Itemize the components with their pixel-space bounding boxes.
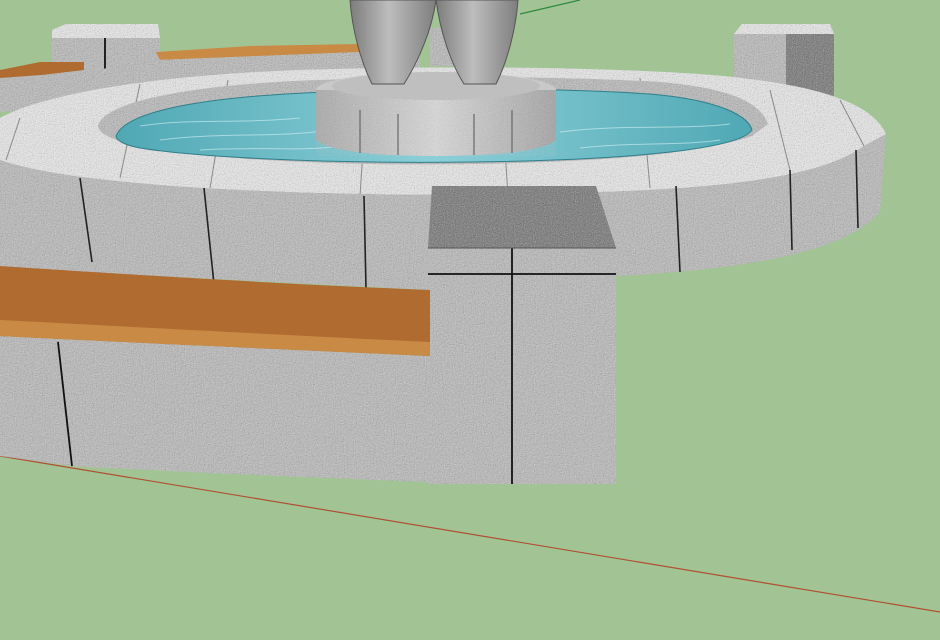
model-viewport[interactable] <box>0 0 940 640</box>
seating-wall-front <box>0 336 430 482</box>
center-pedestal[interactable] <box>316 72 556 156</box>
granite-pillar-center[interactable] <box>428 186 616 484</box>
fountain-3d-scene <box>0 0 940 640</box>
